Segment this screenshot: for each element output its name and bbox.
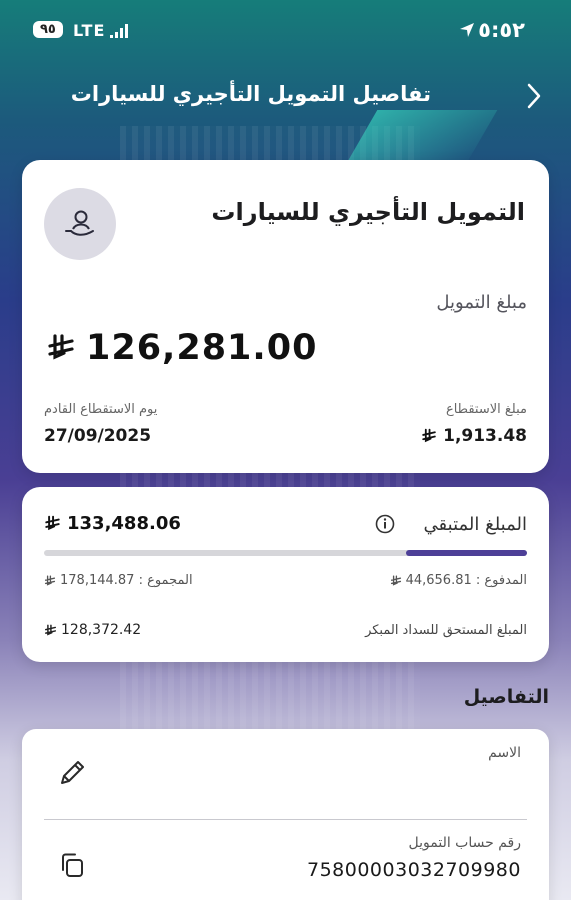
paid-amount-text: المدفوع : 44,656.81 bbox=[405, 573, 527, 588]
copy-icon[interactable] bbox=[56, 849, 88, 881]
status-time: ٥:٥٢ bbox=[478, 18, 525, 42]
riyal-icon bbox=[390, 575, 401, 586]
remaining-amount: 133,488.06 bbox=[44, 513, 181, 534]
page-title: تفاصيل التمويل التأجيري للسيارات bbox=[70, 82, 431, 106]
battery-indicator: ٩٥ bbox=[33, 21, 63, 38]
financing-summary-card: التمويل التأجيري للسيارات مبلغ التمويل 1… bbox=[22, 160, 549, 473]
remaining-amount-value: 133,488.06 bbox=[67, 513, 181, 534]
deduction-amount-value: 1,913.48 bbox=[443, 426, 527, 446]
avatar bbox=[44, 188, 116, 260]
early-settlement-amount: 128,372.42 bbox=[44, 622, 141, 638]
signal-icon bbox=[110, 24, 128, 38]
status-bar: ٩٥ LTE ٥:٥٢ bbox=[0, 0, 571, 60]
paid-amount: المدفوع : 44,656.81 bbox=[390, 573, 527, 588]
account-number-label: رقم حساب التمويل bbox=[408, 835, 521, 851]
financing-amount-label: مبلغ التمويل bbox=[436, 292, 527, 313]
deduction-amount: 1,913.48 bbox=[421, 426, 527, 446]
chevron-right-icon[interactable] bbox=[525, 82, 543, 110]
pencil-icon[interactable] bbox=[56, 757, 88, 789]
total-amount-text: المجموع : 178,144.87 bbox=[60, 573, 193, 588]
riyal-icon bbox=[48, 334, 74, 360]
details-card: الاسم رقم حساب التمويل 7580000303270998​… bbox=[22, 729, 549, 900]
total-amount: المجموع : 178,144.87 bbox=[44, 573, 193, 588]
next-deduction-date: 27/09/2025 bbox=[44, 426, 152, 446]
balance-card: المبلغ المتبقي 133,488.06 المدفوع : 44,6… bbox=[22, 487, 549, 662]
info-icon[interactable] bbox=[375, 514, 395, 534]
deduction-amount-label: مبلغ الاستقطاع bbox=[445, 402, 527, 417]
divider bbox=[44, 819, 527, 820]
payment-progress-fill bbox=[406, 550, 527, 556]
early-settlement-value: 128,372.42 bbox=[61, 622, 142, 638]
early-settlement-label: المبلغ المستحق للسداد المبكر bbox=[365, 623, 527, 638]
riyal-icon bbox=[422, 428, 436, 443]
hand-user-icon bbox=[65, 210, 94, 236]
account-number: 7580000303270998​0 bbox=[306, 859, 521, 881]
details-section-title: التفاصيل bbox=[463, 686, 549, 708]
next-deduction-label: يوم الاستقطاع القادم bbox=[44, 402, 158, 417]
network-type: LTE bbox=[73, 21, 106, 40]
riyal-icon bbox=[44, 624, 57, 636]
riyal-icon bbox=[44, 575, 56, 586]
name-label: الاسم bbox=[488, 745, 521, 761]
financing-amount-value: 126,281.00 bbox=[86, 328, 318, 368]
riyal-icon bbox=[45, 515, 60, 531]
page-header: تفاصيل التمويل التأجيري للسيارات bbox=[0, 72, 571, 120]
location-arrow-icon bbox=[460, 23, 474, 37]
financing-amount: 126,281.00 bbox=[46, 328, 317, 368]
product-title: التمويل التأجيري للسيارات bbox=[211, 198, 525, 226]
remaining-amount-label: المبلغ المتبقي bbox=[423, 514, 527, 535]
payment-progress-bar bbox=[44, 550, 527, 556]
